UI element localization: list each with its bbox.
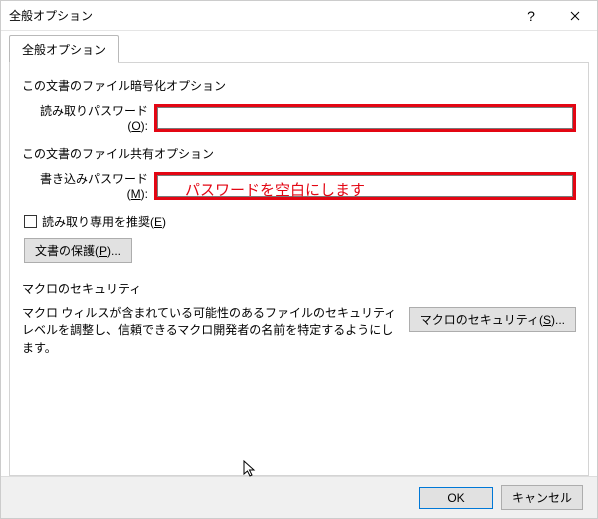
ok-button[interactable]: OK (419, 487, 493, 509)
client-area: 全般オプション この文書のファイル暗号化オプション 読み取りパスワード(O): … (1, 31, 597, 476)
cancel-button[interactable]: キャンセル (501, 485, 583, 510)
annotation-text: パスワードを空白にします (185, 179, 365, 200)
readonly-recommended-row[interactable]: 読み取り専用を推奨(E) (24, 213, 576, 230)
window-controls: ? (509, 1, 597, 31)
encryption-section-heading: この文書のファイル暗号化オプション (22, 77, 576, 94)
macro-security-button[interactable]: マクロのセキュリティ(S)... (409, 307, 576, 332)
general-options-dialog: 全般オプション ? 全般オプション この文書のファイル暗号化オプション 読み取り… (0, 0, 598, 519)
readonly-label: 読み取り専用を推奨(E) (42, 213, 166, 230)
macro-description: マクロ ウィルスが含まれている可能性のあるファイルのセキュリティ レベルを調整し… (22, 305, 399, 357)
tab-general-options[interactable]: 全般オプション (9, 35, 119, 63)
modify-password-label: 書き込みパスワード(M): (22, 170, 148, 201)
help-button[interactable]: ? (509, 1, 553, 31)
close-button[interactable] (553, 1, 597, 31)
dialog-title: 全般オプション (9, 7, 509, 24)
tabstrip: 全般オプション (9, 35, 589, 63)
protect-document-button[interactable]: 文書の保護(P)... (24, 238, 132, 263)
close-icon (570, 11, 580, 21)
tab-panel: この文書のファイル暗号化オプション 読み取りパスワード(O): この文書のファイ… (9, 62, 589, 476)
dialog-footer: OK キャンセル (1, 476, 597, 518)
titlebar: 全般オプション ? (1, 1, 597, 31)
macro-row: マクロ ウィルスが含まれている可能性のあるファイルのセキュリティ レベルを調整し… (22, 305, 576, 357)
open-password-row: 読み取りパスワード(O): (22, 102, 576, 133)
readonly-checkbox[interactable] (24, 215, 37, 228)
open-password-highlight (154, 104, 576, 132)
macro-section-heading: マクロのセキュリティ (22, 280, 576, 297)
open-password-label: 読み取りパスワード(O): (22, 102, 148, 133)
sharing-section-heading: この文書のファイル共有オプション (22, 145, 576, 162)
open-password-input[interactable] (157, 107, 573, 129)
